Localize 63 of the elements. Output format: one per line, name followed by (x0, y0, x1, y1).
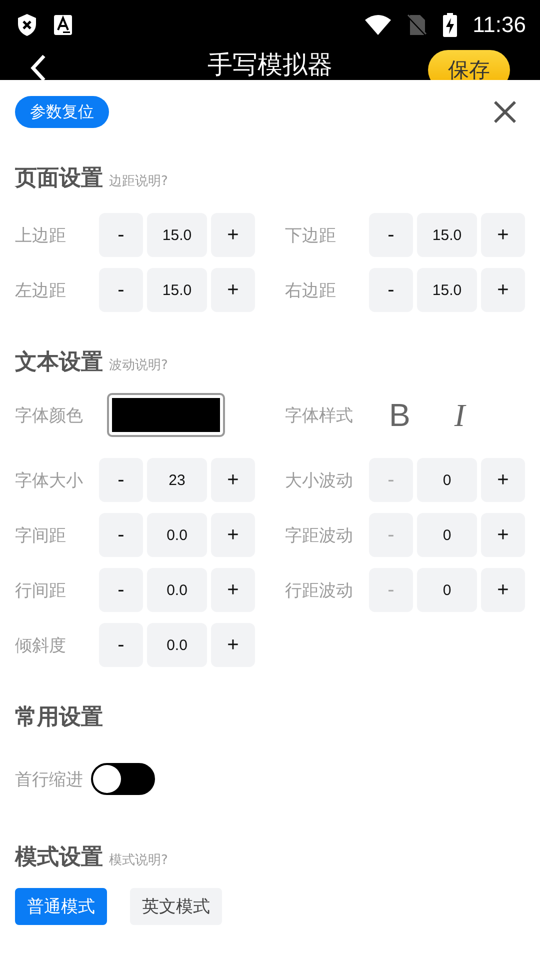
section-title: 文本设置 (15, 349, 103, 377)
decrement-button[interactable]: - (99, 268, 143, 312)
decrement-button[interactable]: - (99, 213, 143, 257)
setting-label: 字体大小 (15, 470, 84, 492)
increment-button[interactable]: + (211, 568, 255, 612)
setting-label: 行间距 (15, 580, 67, 602)
setting-label: 行距波动 (285, 580, 354, 602)
increment-button[interactable]: + (481, 458, 525, 502)
app-notification-icon (54, 15, 72, 35)
bold-button[interactable]: B (385, 395, 414, 435)
increment-button[interactable]: + (211, 268, 255, 312)
setting-label: 字间距 (15, 524, 67, 546)
setting-label: 倾斜度 (15, 634, 67, 656)
battery-charging-icon (442, 13, 457, 37)
increment-button[interactable]: + (481, 513, 525, 557)
section-title: 模式设置 (15, 844, 103, 872)
setting-label: 左边距 (15, 280, 67, 302)
increment-button[interactable]: + (211, 513, 255, 557)
increment-button[interactable]: + (211, 213, 255, 257)
color-swatch[interactable] (107, 393, 225, 437)
mode-tab[interactable]: 英文模式 (130, 888, 222, 925)
section-title: 页面设置 (15, 165, 103, 193)
setting-label: 大小波动 (285, 470, 354, 492)
decrement-button[interactable]: - (369, 268, 413, 312)
setting-label: 字体样式 (285, 404, 354, 426)
no-sim-icon (406, 14, 427, 36)
setting-label: 上边距 (15, 224, 67, 246)
value-field[interactable]: 15.0 (417, 268, 477, 312)
value-field[interactable]: 0 (417, 568, 477, 612)
value-field[interactable]: 15.0 (147, 213, 207, 257)
setting-label: 右边距 (285, 280, 337, 302)
increment-button[interactable]: + (481, 568, 525, 612)
increment-button[interactable]: + (211, 458, 255, 502)
decrement-button[interactable]: - (99, 513, 143, 557)
setting-label: 字距波动 (285, 524, 354, 546)
decrement-button[interactable]: - (99, 623, 143, 667)
value-field[interactable]: 0 (417, 458, 477, 502)
value-field[interactable]: 0 (417, 513, 477, 557)
value-field[interactable]: 15.0 (417, 213, 477, 257)
save-button[interactable]: 保存 (428, 50, 510, 80)
value-field[interactable]: 0.0 (147, 623, 207, 667)
setting-label: 下边距 (285, 224, 337, 246)
toggle-switch[interactable] (91, 763, 155, 795)
shield-icon (16, 13, 38, 37)
wifi-icon (364, 14, 391, 36)
italic-button[interactable]: I (450, 395, 469, 435)
increment-button[interactable]: + (211, 623, 255, 667)
value-field[interactable]: 0.0 (147, 513, 207, 557)
app-title: 手写模拟器 (208, 50, 332, 80)
setting-label: 字体颜色 (15, 404, 83, 426)
value-field[interactable]: 0.0 (147, 568, 207, 612)
increment-button[interactable]: + (481, 213, 525, 257)
setting-label: 首行缩进 (15, 768, 83, 790)
reset-button[interactable]: 参数复位 (15, 96, 109, 128)
status-time: 11:36 (472, 12, 526, 38)
mode-tab[interactable]: 普通模式 (15, 888, 107, 925)
increment-button[interactable]: + (481, 268, 525, 312)
decrement-button[interactable]: - (99, 568, 143, 612)
value-field[interactable]: 15.0 (147, 268, 207, 312)
decrement-button[interactable]: - (99, 458, 143, 502)
decrement-button[interactable]: - (369, 213, 413, 257)
value-field[interactable]: 23 (147, 458, 207, 502)
section-title: 常用设置 (15, 704, 103, 732)
